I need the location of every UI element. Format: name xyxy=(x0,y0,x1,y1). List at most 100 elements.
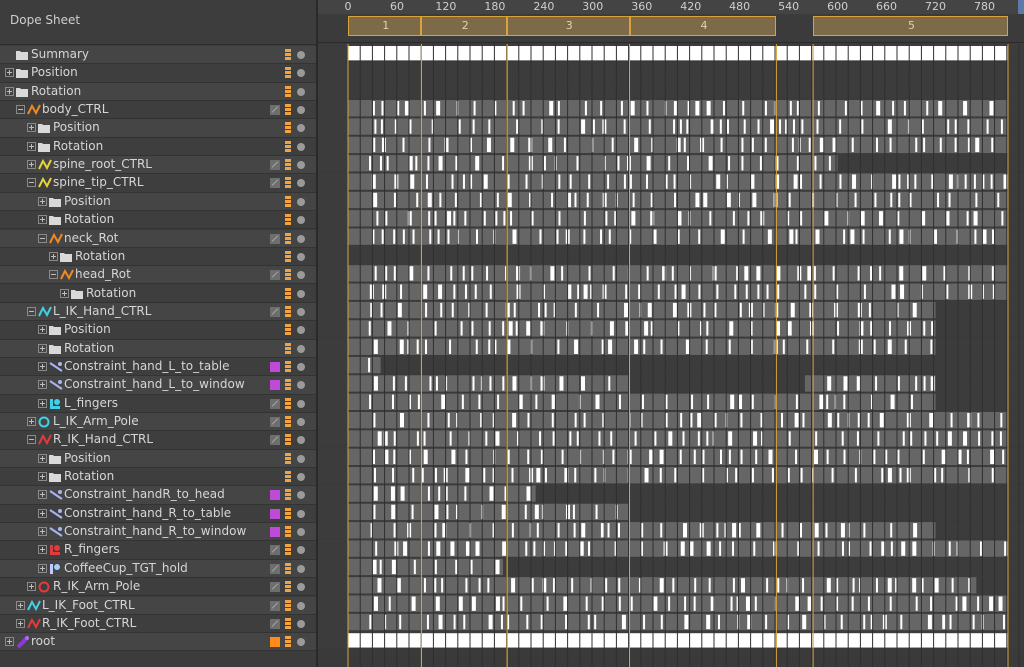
expand-icon[interactable] xyxy=(38,563,47,573)
blend-mode-icon[interactable] xyxy=(270,160,280,171)
channel-row-spine-root-ctrl[interactable]: spine_root_CTRL xyxy=(0,156,316,175)
lock-icon[interactable] xyxy=(285,416,291,428)
channel-row-constraint-hand-r-to-table[interactable]: Constraint_hand_R_to_table xyxy=(0,504,316,524)
channel-row-constraint-hand-l-to-window[interactable]: Constraint_hand_L_to_window xyxy=(0,376,316,395)
blend-mode-icon[interactable] xyxy=(270,233,280,244)
color-swatch[interactable] xyxy=(270,361,280,372)
channel-row-r-ik-hand-ctrl[interactable]: R_IK_Hand_CTRL xyxy=(0,431,316,450)
expand-icon[interactable] xyxy=(5,86,14,96)
channel-row-l-ik-arm-pole[interactable]: L_IK_Arm_Pole xyxy=(0,413,316,432)
visibility-toggle-icon[interactable] xyxy=(297,491,305,500)
channel-row-constraint-hand-r-to-window[interactable]: Constraint_hand_R_to_window xyxy=(0,523,316,542)
channel-row-rotation[interactable]: Rotation xyxy=(0,82,316,101)
channel-row-l-ik-hand-ctrl[interactable]: L_IK_Hand_CTRL xyxy=(0,302,316,322)
lock-icon[interactable] xyxy=(285,85,291,98)
lock-icon[interactable] xyxy=(285,452,291,465)
visibility-toggle-icon[interactable] xyxy=(297,106,305,115)
visibility-toggle-icon[interactable] xyxy=(297,546,305,555)
blend-mode-icon[interactable] xyxy=(270,435,280,446)
channel-row-r-ik-foot-ctrl[interactable]: R_IK_Foot_CTRL xyxy=(0,614,316,634)
channel-row-rotation[interactable]: Rotation xyxy=(0,247,316,267)
blend-mode-icon[interactable] xyxy=(270,417,280,427)
visibility-toggle-icon[interactable] xyxy=(297,289,305,298)
lock-icon[interactable] xyxy=(285,636,291,648)
visibility-toggle-icon[interactable] xyxy=(297,638,305,647)
lock-icon[interactable] xyxy=(285,159,291,171)
visibility-toggle-icon[interactable] xyxy=(297,326,305,335)
visibility-toggle-icon[interactable] xyxy=(297,234,305,243)
channel-row-rotation[interactable]: Rotation xyxy=(0,211,316,230)
expand-icon[interactable] xyxy=(38,215,47,225)
lock-icon[interactable] xyxy=(285,269,291,281)
expand-icon[interactable] xyxy=(38,453,47,463)
visibility-toggle-icon[interactable] xyxy=(297,473,305,482)
channel-row-l-ik-foot-ctrl[interactable]: L_IK_Foot_CTRL xyxy=(0,596,316,615)
channel-row-neck-rot[interactable]: neck_Rot xyxy=(0,229,316,248)
visibility-toggle-icon[interactable] xyxy=(297,454,305,463)
channel-row-coffeecup-tgt-hold[interactable]: CoffeeCup_TGT_hold xyxy=(0,559,316,579)
lock-icon[interactable] xyxy=(285,195,291,208)
expand-icon[interactable] xyxy=(49,251,58,261)
marker-range[interactable]: 1 xyxy=(348,16,422,36)
visibility-toggle-icon[interactable] xyxy=(297,564,305,573)
lock-icon[interactable] xyxy=(285,379,291,391)
visibility-toggle-icon[interactable] xyxy=(297,87,305,96)
expand-icon[interactable] xyxy=(38,545,47,555)
lock-icon[interactable] xyxy=(285,305,291,318)
visibility-toggle-icon[interactable] xyxy=(297,142,305,151)
expand-icon[interactable] xyxy=(5,637,14,647)
visibility-toggle-icon[interactable] xyxy=(297,179,305,188)
channel-row-body-ctrl[interactable]: body_CTRL xyxy=(0,101,316,120)
visibility-toggle-icon[interactable] xyxy=(297,436,305,445)
blend-mode-icon[interactable] xyxy=(270,582,280,593)
collapse-icon[interactable] xyxy=(27,306,36,316)
frame-ruler[interactable]: 0 60 120 180 240 300 360 420 480 540 600 660 720 780 xyxy=(318,0,1024,15)
color-swatch[interactable] xyxy=(270,637,280,648)
collapse-icon[interactable] xyxy=(16,105,25,115)
visibility-toggle-icon[interactable] xyxy=(297,51,305,59)
collapse-icon[interactable] xyxy=(27,435,36,445)
expand-icon[interactable] xyxy=(16,618,25,628)
lock-icon[interactable] xyxy=(285,49,291,61)
channel-row-spine-tip-ctrl[interactable]: spine_tip_CTRL xyxy=(0,174,316,193)
channel-row-head-rot[interactable]: head_Rot xyxy=(0,266,316,285)
visibility-toggle-icon[interactable] xyxy=(297,216,305,225)
lock-icon[interactable] xyxy=(285,177,291,189)
expand-icon[interactable] xyxy=(38,472,47,482)
visibility-toggle-icon[interactable] xyxy=(297,528,305,537)
blend-mode-icon[interactable] xyxy=(270,178,280,189)
visibility-toggle-icon[interactable] xyxy=(297,271,305,280)
expand-icon[interactable] xyxy=(27,123,36,133)
channel-row-position[interactable]: Position xyxy=(0,192,316,212)
visibility-toggle-icon[interactable] xyxy=(297,381,305,390)
lock-icon[interactable] xyxy=(285,214,291,226)
channel-row-position[interactable]: Position xyxy=(0,449,316,468)
channel-row-summary[interactable]: Summary xyxy=(0,46,316,65)
lock-icon[interactable] xyxy=(285,489,291,501)
lock-icon[interactable] xyxy=(285,287,291,300)
marker-range[interactable]: 5 xyxy=(813,16,1008,36)
expand-icon[interactable] xyxy=(38,343,47,353)
expand-icon[interactable] xyxy=(5,68,14,78)
lock-icon[interactable] xyxy=(285,232,291,245)
expand-icon[interactable] xyxy=(16,600,25,610)
expand-icon[interactable] xyxy=(27,417,36,426)
visibility-toggle-icon[interactable] xyxy=(297,601,305,610)
blend-mode-icon[interactable] xyxy=(270,600,280,611)
color-swatch[interactable] xyxy=(270,508,280,519)
channel-row-position[interactable]: Position xyxy=(0,321,316,340)
expand-icon[interactable] xyxy=(60,288,69,298)
lock-icon[interactable] xyxy=(285,526,291,538)
lock-icon[interactable] xyxy=(285,324,291,336)
blend-mode-icon[interactable] xyxy=(270,563,280,574)
visibility-toggle-icon[interactable] xyxy=(297,362,305,371)
color-swatch[interactable] xyxy=(270,527,280,538)
lock-icon[interactable] xyxy=(285,140,291,153)
lock-icon[interactable] xyxy=(285,562,291,575)
expand-icon[interactable] xyxy=(38,361,47,371)
lock-icon[interactable] xyxy=(285,471,291,483)
expand-icon[interactable] xyxy=(38,196,47,206)
lock-icon[interactable] xyxy=(285,250,291,263)
channel-row-position[interactable]: Position xyxy=(0,119,316,138)
expand-icon[interactable] xyxy=(27,141,36,151)
